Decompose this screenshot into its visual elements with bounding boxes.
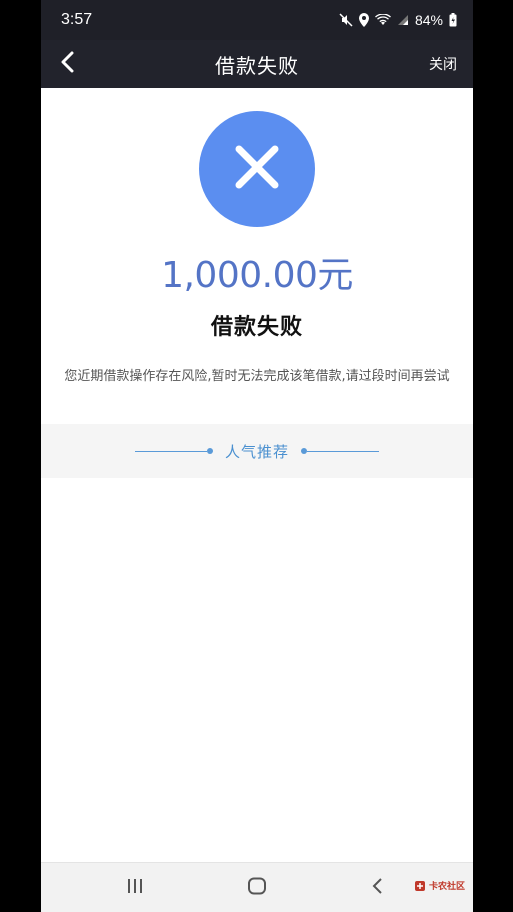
divider-line-left xyxy=(134,450,207,452)
recommend-section-header: 人气推荐 xyxy=(41,424,473,478)
result-message: 您近期借款操作存在风险,暂时无法完成该笔借款,请过段时间再尝试 xyxy=(64,369,450,384)
back-icon xyxy=(371,877,383,899)
back-button[interactable] xyxy=(49,46,85,82)
watermark-icon xyxy=(414,877,426,896)
status-time: 3:57 xyxy=(61,11,93,28)
divider-line-right xyxy=(307,450,379,452)
phone-screen: 3:57 84% 借款失败 关闭 1,000.00元 借款失败 您近期借款操作存… xyxy=(41,0,473,912)
page-title: 借款失败 xyxy=(215,53,299,78)
wifi-icon xyxy=(375,14,391,26)
nav-bar: 借款失败 关闭 xyxy=(41,40,473,88)
location-icon xyxy=(358,13,369,27)
status-icons: 84% xyxy=(339,12,457,28)
system-nav-bar: 卡农社区 xyxy=(41,862,473,912)
recommend-label: 人气推荐 xyxy=(224,442,289,461)
signal-icon xyxy=(397,14,409,26)
close-button[interactable]: 关闭 xyxy=(429,54,457,74)
divider-dot-left xyxy=(206,448,213,454)
battery-icon xyxy=(449,13,457,27)
chevron-left-icon xyxy=(60,51,74,77)
mute-icon xyxy=(339,13,353,27)
status-bar: 3:57 84% xyxy=(41,0,473,40)
watermark-text: 卡农社区 xyxy=(428,881,465,892)
result-title: 借款失败 xyxy=(210,315,303,340)
close-x-icon xyxy=(233,143,281,195)
battery-percent: 84% xyxy=(414,12,443,28)
recent-apps-icon xyxy=(126,878,144,898)
failure-status-icon xyxy=(199,111,315,227)
loan-amount: 1,000.00元 xyxy=(161,255,353,296)
system-back-button[interactable] xyxy=(355,863,399,912)
recent-apps-button[interactable] xyxy=(113,863,157,912)
home-icon xyxy=(247,877,267,899)
home-button[interactable] xyxy=(235,863,279,912)
watermark-logo: 卡农社区 xyxy=(414,877,465,896)
